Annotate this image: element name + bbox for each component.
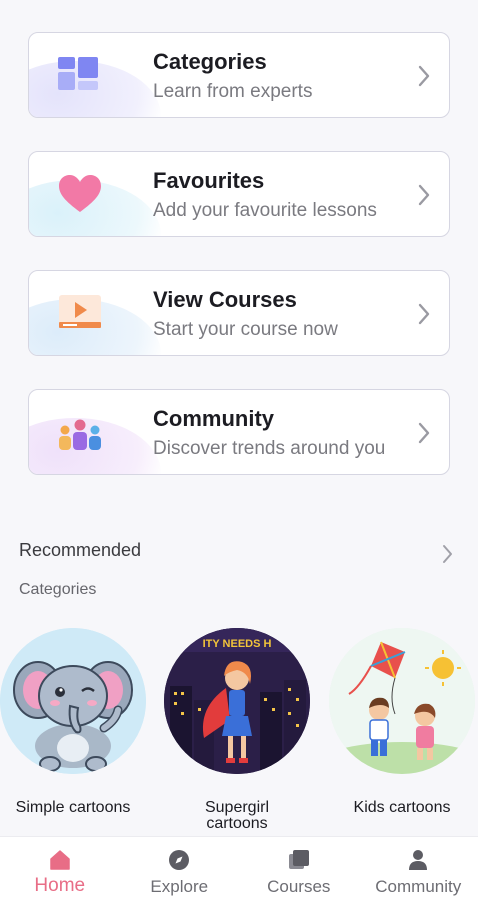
favourites-card[interactable]: Favourites Add your favourite lessons — [28, 151, 450, 237]
chevron-right-icon — [418, 184, 430, 206]
svg-text:ITY NEEDS H: ITY NEEDS H — [203, 638, 272, 650]
card-subtitle: Add your favourite lessons — [153, 200, 377, 221]
kids-cartoon-image — [329, 628, 475, 774]
chevron-right-icon — [418, 422, 430, 444]
people-icon — [59, 419, 101, 450]
categories-subheading: Categories — [19, 581, 97, 598]
chevron-right-icon — [418, 303, 430, 325]
nav-label: Community — [375, 877, 462, 896]
category-kids-cartoons[interactable]: Kids cartoons — [322, 628, 478, 816]
card-subtitle: Start your course now — [153, 319, 338, 340]
nav-home[interactable]: Home — [0, 837, 120, 900]
card-title: Categories — [153, 49, 267, 74]
person-icon — [409, 850, 428, 870]
view-courses-card[interactable]: View Courses Start your course now — [28, 270, 450, 356]
category-supergirl-cartoons[interactable]: ITY NEEDS H Supergirl cartoons — [157, 628, 317, 832]
nav-label: Explore — [150, 877, 209, 896]
category-label: Kids cartoons — [353, 799, 451, 816]
video-icon — [59, 295, 101, 328]
categories-card[interactable]: Categories Learn from experts — [28, 32, 450, 118]
category-label: Simple cartoons — [15, 799, 131, 816]
category-simple-cartoons[interactable]: Simple cartoons — [0, 628, 153, 816]
chevron-right-icon[interactable] — [441, 543, 454, 565]
nav-label: Courses — [267, 877, 331, 896]
card-title: View Courses — [153, 287, 297, 312]
chevron-right-icon — [418, 65, 430, 87]
elephant-cartoon-image — [0, 628, 146, 774]
card-subtitle: Discover trends around you — [153, 438, 386, 459]
recommended-heading: Recommended — [19, 540, 142, 560]
card-title: Community — [153, 406, 274, 431]
card-title: Favourites — [153, 168, 265, 193]
nav-label: Home — [34, 875, 86, 896]
card-subtitle: Learn from experts — [153, 81, 313, 102]
community-card[interactable]: Community Discover trends around you — [28, 389, 450, 475]
nav-courses[interactable]: Courses — [239, 837, 359, 900]
menu-card-list: Categories Learn from experts Favourites… — [28, 32, 450, 508]
courses-icon — [288, 850, 309, 869]
heart-icon — [59, 175, 101, 212]
compass-icon — [169, 850, 190, 870]
nav-explore[interactable]: Explore — [120, 837, 240, 900]
grid-icon — [58, 57, 98, 90]
supergirl-cartoon-image: ITY NEEDS H — [164, 628, 310, 774]
category-label: Supergirl cartoons — [204, 799, 270, 832]
nav-community[interactable]: Community — [359, 837, 478, 900]
home-icon — [50, 850, 70, 870]
bottom-navigation: Home Explore Courses Community — [0, 836, 478, 900]
